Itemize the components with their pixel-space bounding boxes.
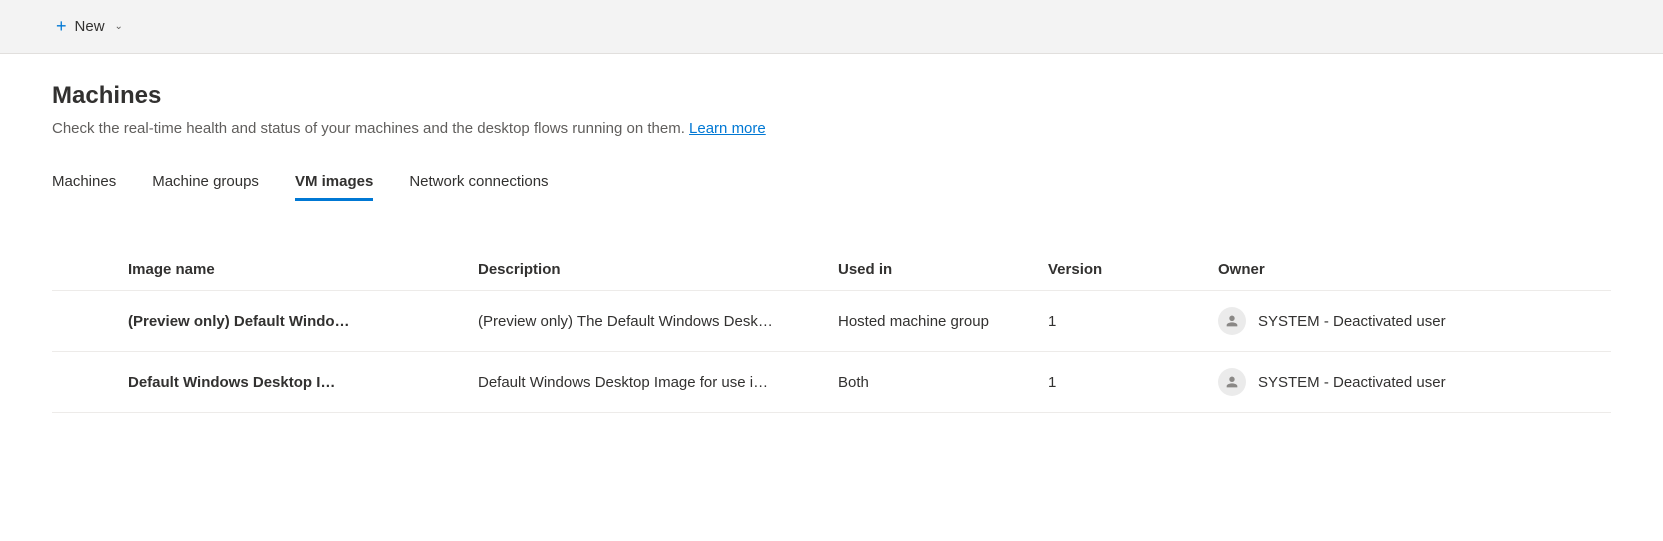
plus-icon: +: [56, 16, 67, 37]
cell-image-name: (Preview only) Default Windo…: [128, 313, 478, 330]
new-button-label: New: [75, 18, 105, 35]
tab-list: Machines Machine groups VM images Networ…: [52, 165, 1611, 201]
page-title: Machines: [52, 82, 1611, 110]
main-content: Machines Check the real-time health and …: [0, 54, 1663, 441]
command-bar: + New ⌄: [0, 0, 1663, 54]
cell-owner: SYSTEM - Deactivated user: [1218, 307, 1611, 335]
column-header-name[interactable]: Image name: [128, 261, 478, 278]
cell-used-in: Both: [838, 374, 1048, 391]
cell-owner: SYSTEM - Deactivated user: [1218, 368, 1611, 396]
table-row[interactable]: Default Windows Desktop I… Default Windo…: [52, 352, 1611, 413]
column-header-owner[interactable]: Owner: [1218, 261, 1611, 278]
cell-description: (Preview only) The Default Windows Desk…: [478, 313, 838, 330]
learn-more-link[interactable]: Learn more: [689, 120, 766, 137]
tab-vm-images[interactable]: VM images: [295, 165, 373, 201]
table-row[interactable]: (Preview only) Default Windo… (Preview o…: [52, 291, 1611, 352]
column-header-used-in[interactable]: Used in: [838, 261, 1048, 278]
cell-version: 1: [1048, 374, 1218, 391]
cell-used-in: Hosted machine group: [838, 313, 1048, 330]
tab-machine-groups[interactable]: Machine groups: [152, 165, 259, 201]
cell-description: Default Windows Desktop Image for use i…: [478, 374, 838, 391]
new-button[interactable]: + New ⌄: [48, 12, 131, 41]
column-header-description[interactable]: Description: [478, 261, 838, 278]
owner-name: SYSTEM - Deactivated user: [1258, 313, 1446, 330]
cell-version: 1: [1048, 313, 1218, 330]
column-header-version[interactable]: Version: [1048, 261, 1218, 278]
cell-image-name: Default Windows Desktop I…: [128, 374, 478, 391]
tab-machines[interactable]: Machines: [52, 165, 116, 201]
vm-images-table: Image name Description Used in Version O…: [52, 249, 1611, 413]
tab-network-connections[interactable]: Network connections: [409, 165, 548, 201]
page-description: Check the real-time health and status of…: [52, 120, 1611, 137]
owner-name: SYSTEM - Deactivated user: [1258, 374, 1446, 391]
person-icon: [1218, 368, 1246, 396]
chevron-down-icon: ⌄: [115, 21, 123, 32]
person-icon: [1218, 307, 1246, 335]
table-header: Image name Description Used in Version O…: [52, 249, 1611, 291]
